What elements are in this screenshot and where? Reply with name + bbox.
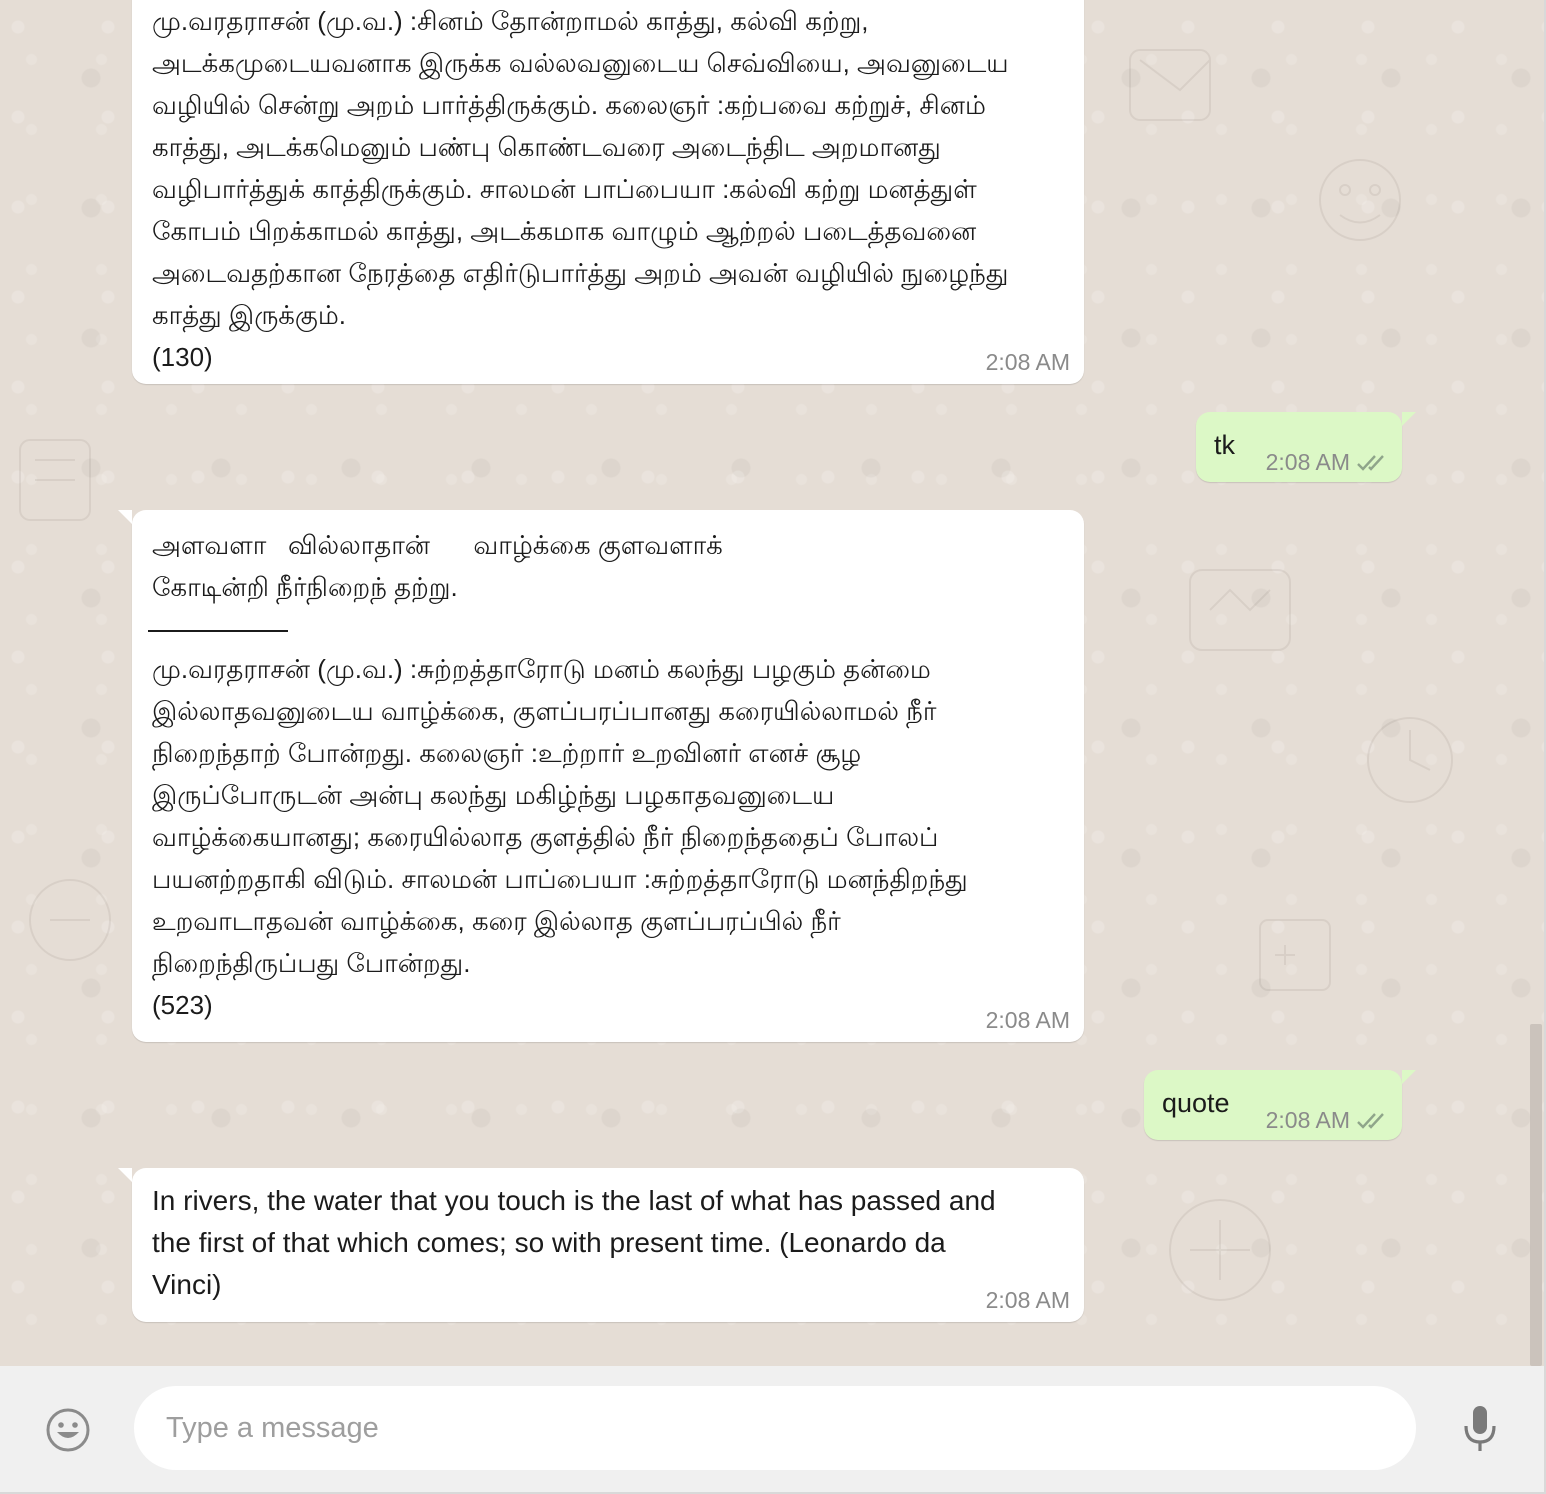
whatsapp-chat-window: மு.வரதராசன் (மு.வ.) :சினம் தோன்றாமல் காத… <box>0 0 1546 1494</box>
kural-line-2: கோடின்றி நீர்நிறைந் தற்று. <box>152 572 458 602</box>
bubble-tail <box>1402 1070 1416 1084</box>
doodle-icon <box>19 439 91 521</box>
doodle-icon <box>1319 159 1401 241</box>
message-text: tk <box>1214 430 1236 460</box>
message-text: quote <box>1162 1088 1230 1118</box>
message-text: மு.வரதராசன் (மு.வ.) :சினம் தோன்றாமல் காத… <box>152 6 1009 372</box>
message-timestamp: 2:08 AM <box>1265 449 1350 475</box>
incoming-message-bubble[interactable]: In rivers, the water that you touch is t… <box>118 1168 1084 1322</box>
bubble-tail <box>1402 412 1416 426</box>
bubble-tail <box>118 1168 132 1182</box>
outgoing-message-bubble[interactable]: quote 2:08 AM <box>1144 1070 1416 1140</box>
message-timestamp: 2:08 AM <box>985 1287 1070 1313</box>
emoji-button[interactable] <box>44 1406 92 1454</box>
incoming-message-bubble[interactable]: மு.வரதராசன் (மு.வ.) :சினம் தோன்றாமல் காத… <box>132 0 1084 384</box>
message-text: In rivers, the water that you touch is t… <box>152 1185 996 1300</box>
separator-line <box>148 630 288 632</box>
message-timestamp-row: 2:08 AM <box>1266 449 1388 476</box>
microphone-icon <box>1464 1406 1496 1451</box>
doodle-icon <box>29 879 111 961</box>
chat-message-area[interactable]: மு.வரதராசன் (மு.வ.) :சினம் தோன்றாமல் காத… <box>0 0 1544 1366</box>
message-timestamp-row: 2:08 AM <box>1266 1107 1388 1134</box>
doodle-icon <box>1259 919 1331 991</box>
chat-scrollbar[interactable] <box>1530 1024 1542 1366</box>
doodle-icon <box>1189 569 1291 651</box>
compose-bar <box>0 1366 1544 1492</box>
double-check-icon <box>1357 454 1384 471</box>
message-timestamp: 2:08 AM <box>1265 1107 1350 1133</box>
microphone-button[interactable] <box>1462 1404 1498 1454</box>
double-check-icon <box>1357 1112 1384 1129</box>
smiley-icon <box>46 1408 90 1452</box>
bubble-tail <box>118 510 132 524</box>
kural-line-1: அளவளா வில்லாதான் வாழ்க்கை குளவளாக் <box>152 530 723 560</box>
message-text: மு.வரதராசன் (மு.வ.) :சுற்றத்தாரோடு மனம் … <box>152 654 968 1020</box>
incoming-message-bubble[interactable]: அளவளா வில்லாதான் வாழ்க்கை குளவளாக் கோடின… <box>118 510 1084 1042</box>
message-input[interactable] <box>134 1386 1416 1470</box>
doodle-icon <box>1129 49 1211 121</box>
message-timestamp: 2:08 AM <box>985 349 1070 375</box>
doodle-icon <box>1169 1199 1271 1301</box>
message-timestamp: 2:08 AM <box>985 1007 1070 1033</box>
doodle-icon <box>1367 717 1453 803</box>
outgoing-message-bubble[interactable]: tk 2:08 AM <box>1196 412 1416 482</box>
